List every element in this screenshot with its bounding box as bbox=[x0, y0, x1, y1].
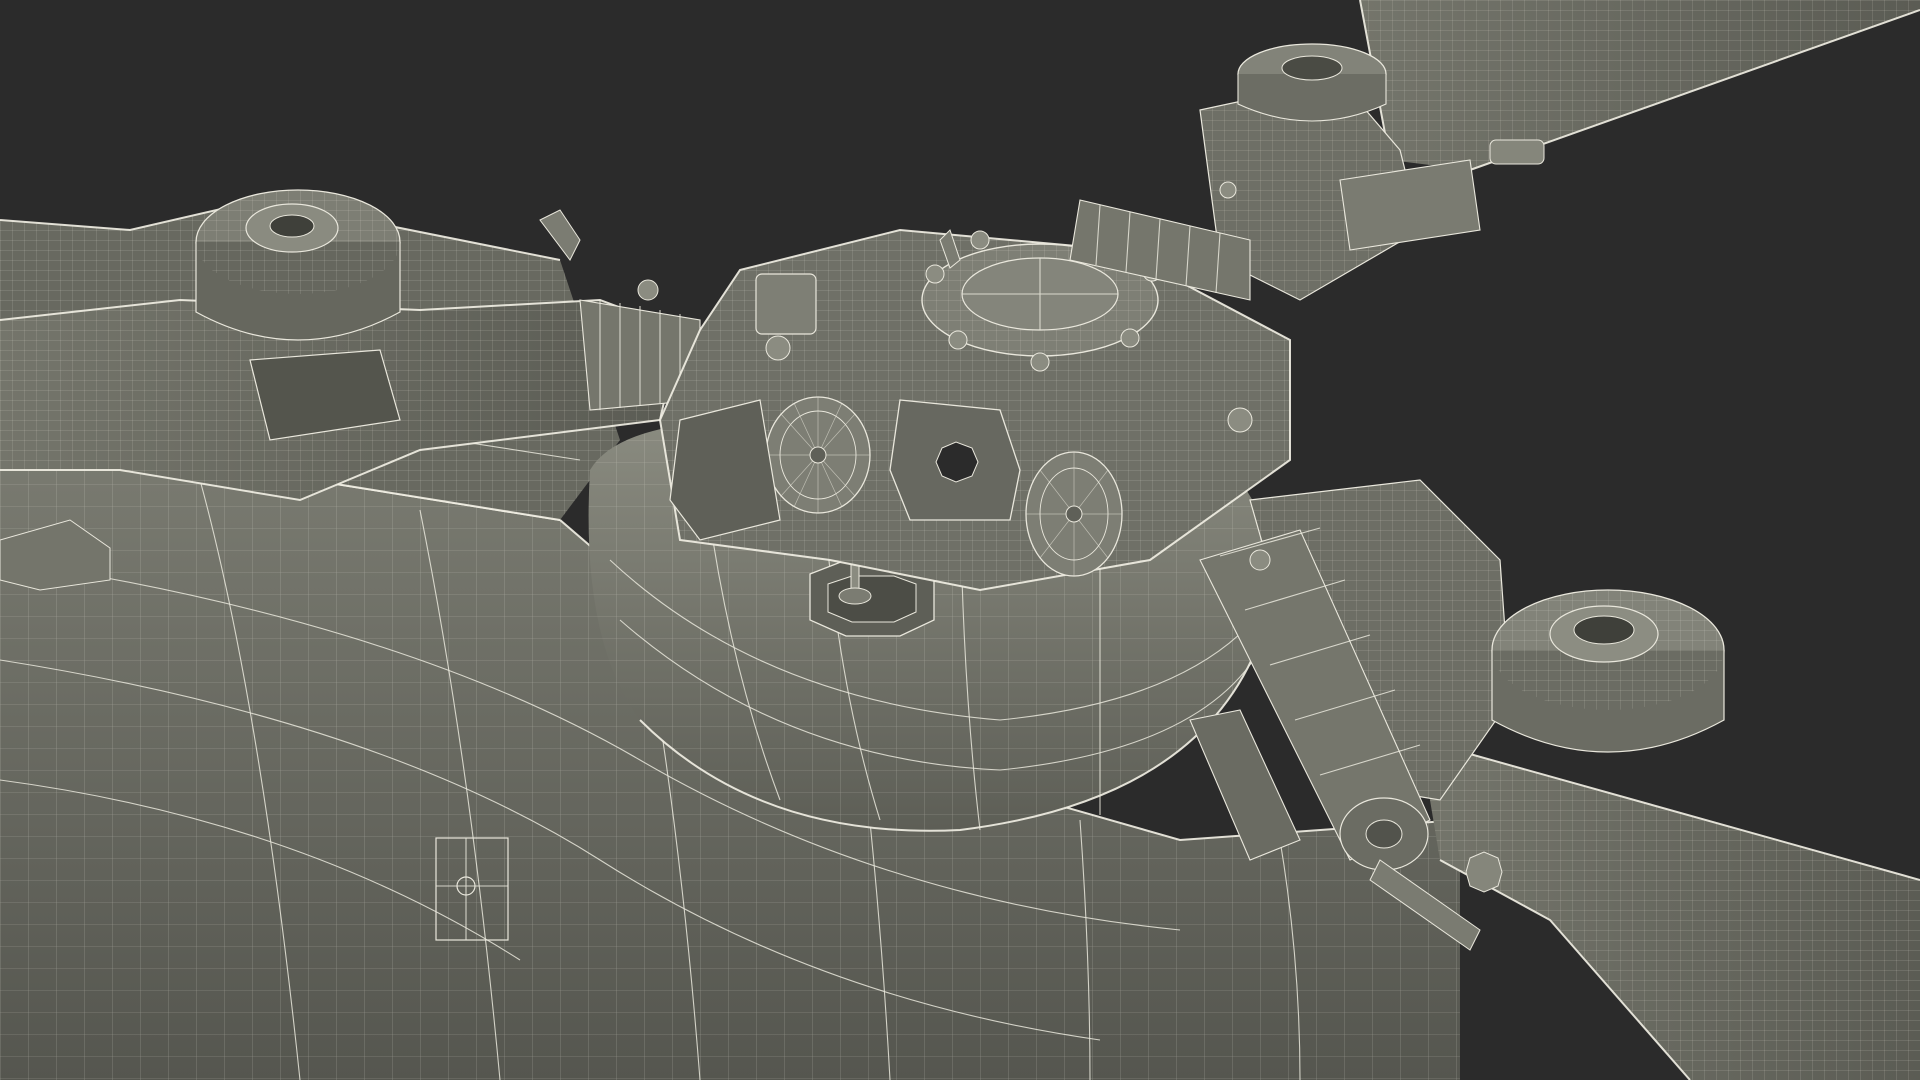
wireframe-render bbox=[0, 0, 1920, 1080]
bearing-right bbox=[1025, 451, 1123, 577]
bearing-left bbox=[765, 396, 871, 514]
render-viewport bbox=[0, 0, 1920, 1080]
